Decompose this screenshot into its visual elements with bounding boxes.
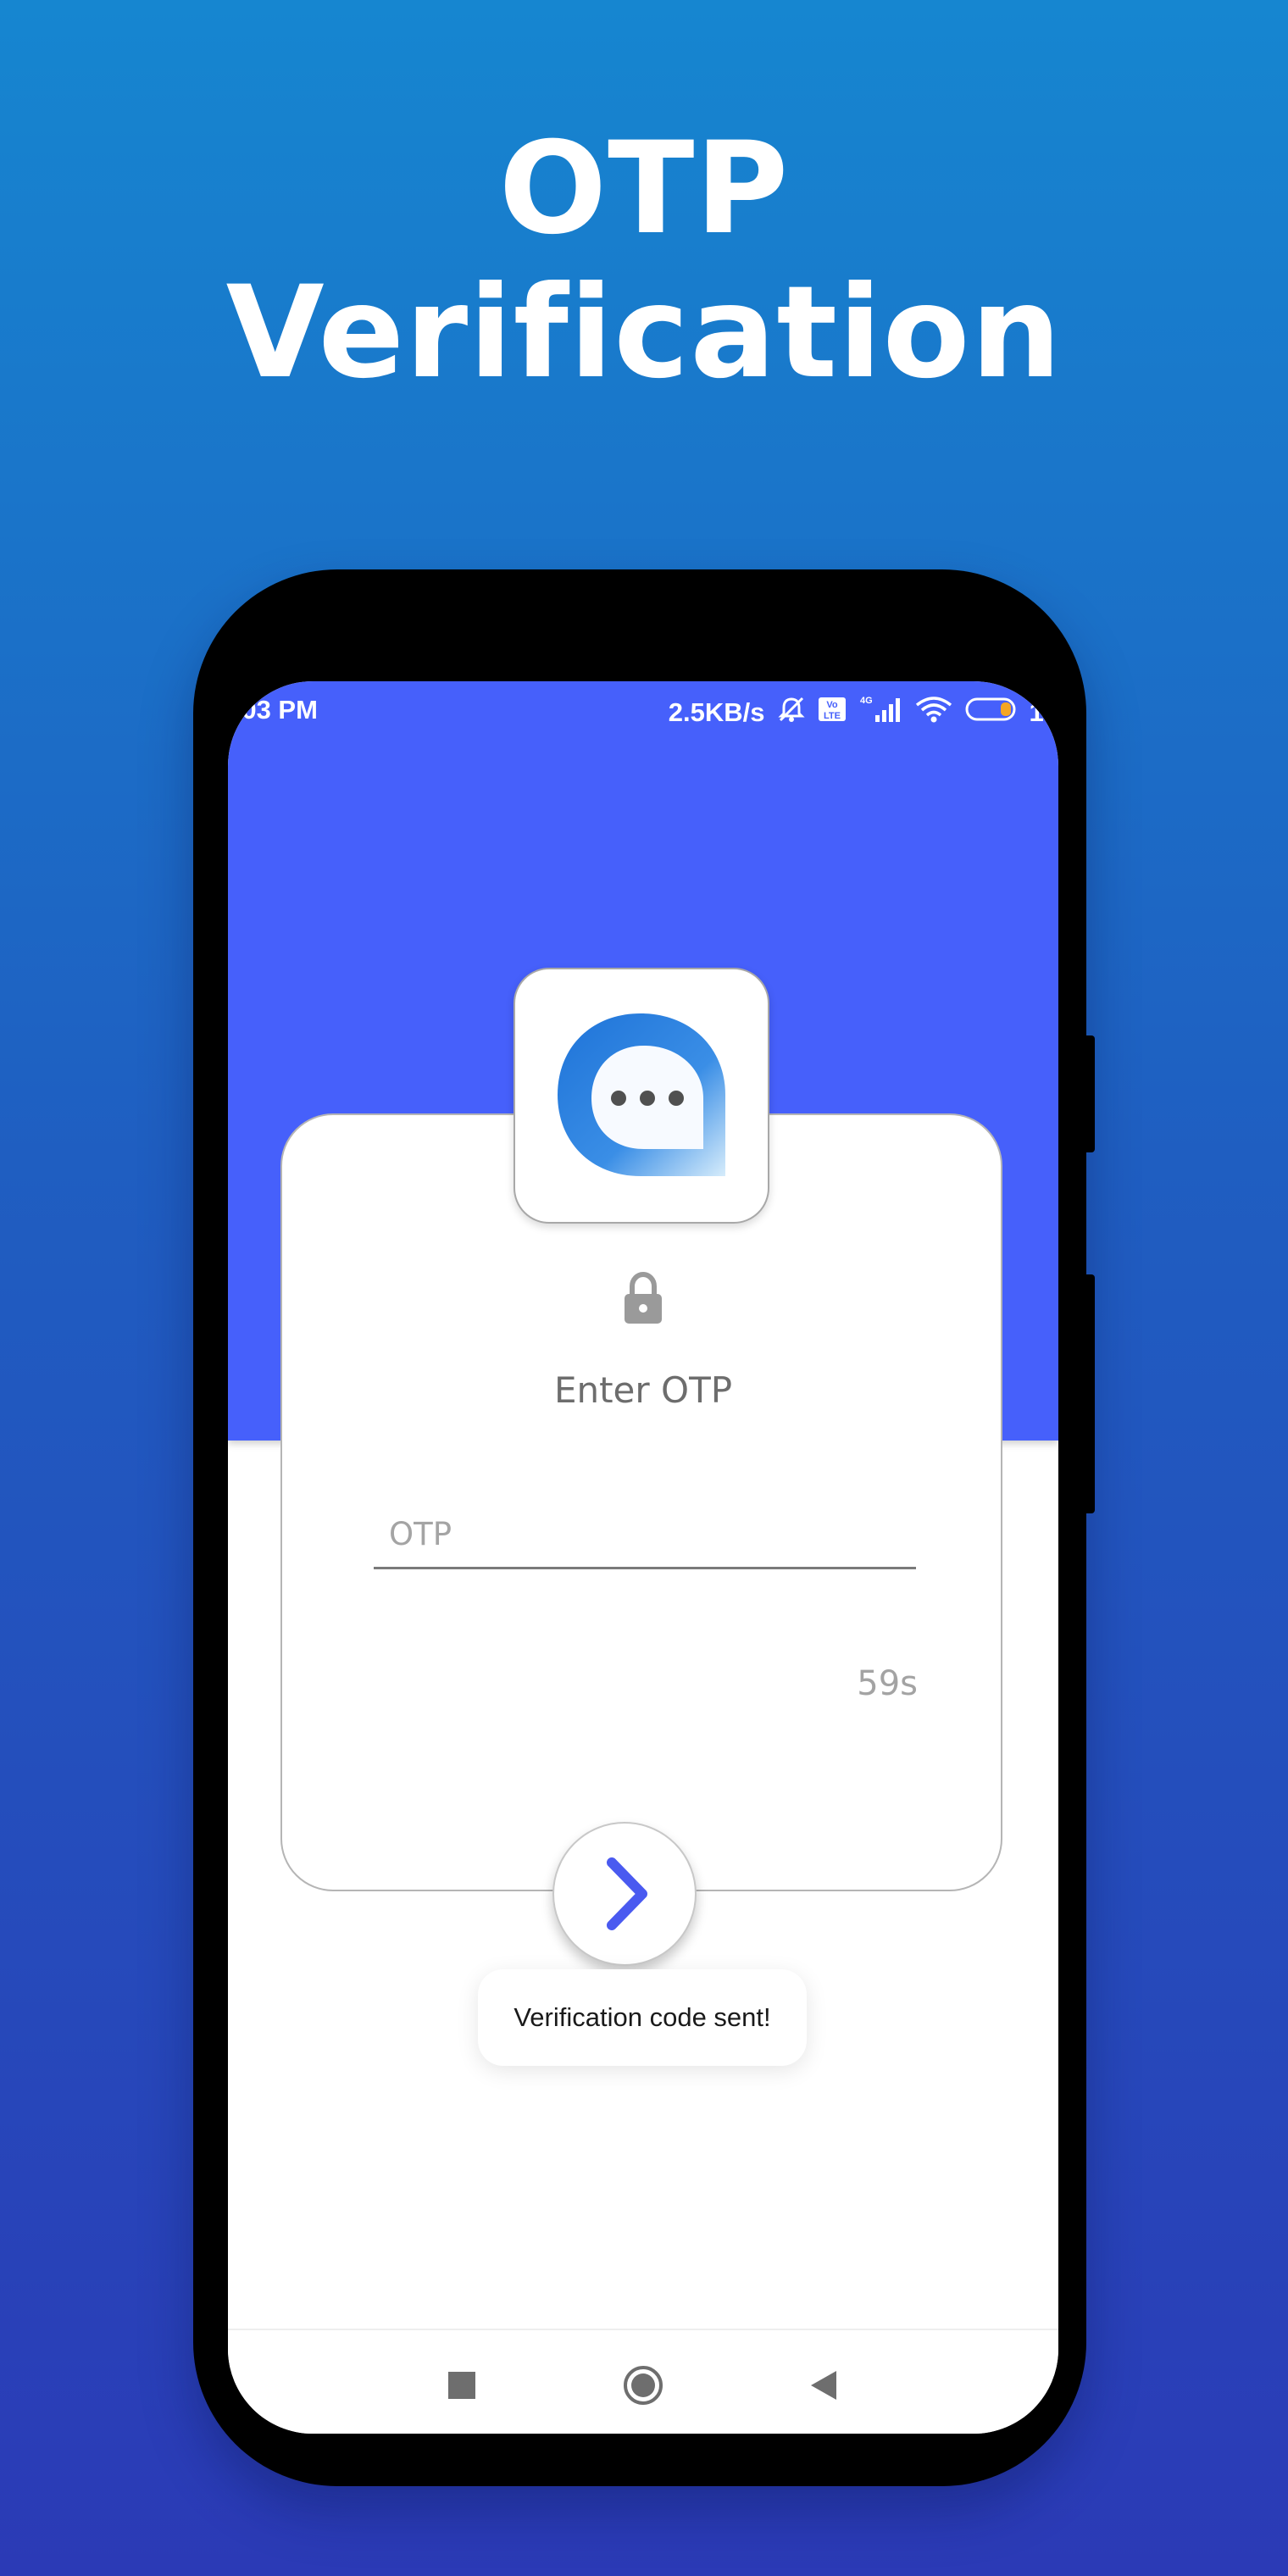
toast-message: Verification code sent! (478, 1969, 807, 2066)
chat-bubble-icon (558, 1013, 725, 1176)
chevron-right-icon (607, 1857, 647, 1930)
otp-input[interactable] (374, 1502, 916, 1569)
app-logo (514, 968, 769, 1224)
enter-otp-heading: Enter OTP (553, 1369, 733, 1411)
svg-text:LTE: LTE (824, 711, 841, 721)
verify-next-button[interactable] (552, 1822, 697, 1966)
lock-icon (621, 1271, 665, 1325)
promo-title-line2: Verification (225, 259, 1063, 407)
network-type: 4G (860, 696, 873, 706)
status-icons: 2.5KB/s Vo LTE 4G 18 (669, 695, 1058, 730)
volume-up-button (1081, 1035, 1095, 1152)
wifi-icon (914, 695, 953, 730)
svg-text:Vo: Vo (826, 700, 838, 710)
power-button (1081, 1274, 1095, 1513)
status-time: :03 PM (233, 695, 318, 724)
home-icon[interactable] (622, 2364, 664, 2407)
resend-countdown: 59s (857, 1664, 918, 1703)
battery-level: 18 (1029, 697, 1058, 727)
status-bar: :03 PM 2.5KB/s Vo LTE 4G 18 (228, 681, 1058, 741)
phone-screen: :03 PM 2.5KB/s Vo LTE 4G 18 Enter OTP OT… (228, 681, 1058, 2434)
net-speed: 2.5KB/s (668, 697, 765, 727)
promo-title-line1: OTP (498, 115, 790, 263)
recent-apps-icon[interactable] (441, 2364, 483, 2407)
navigation-bar (228, 2329, 1058, 2434)
alarm-off-icon (777, 695, 806, 730)
volte-icon: Vo LTE (818, 697, 847, 729)
signal-icon: 4G (858, 695, 902, 730)
back-icon[interactable] (802, 2364, 845, 2407)
battery-icon (965, 697, 1018, 729)
